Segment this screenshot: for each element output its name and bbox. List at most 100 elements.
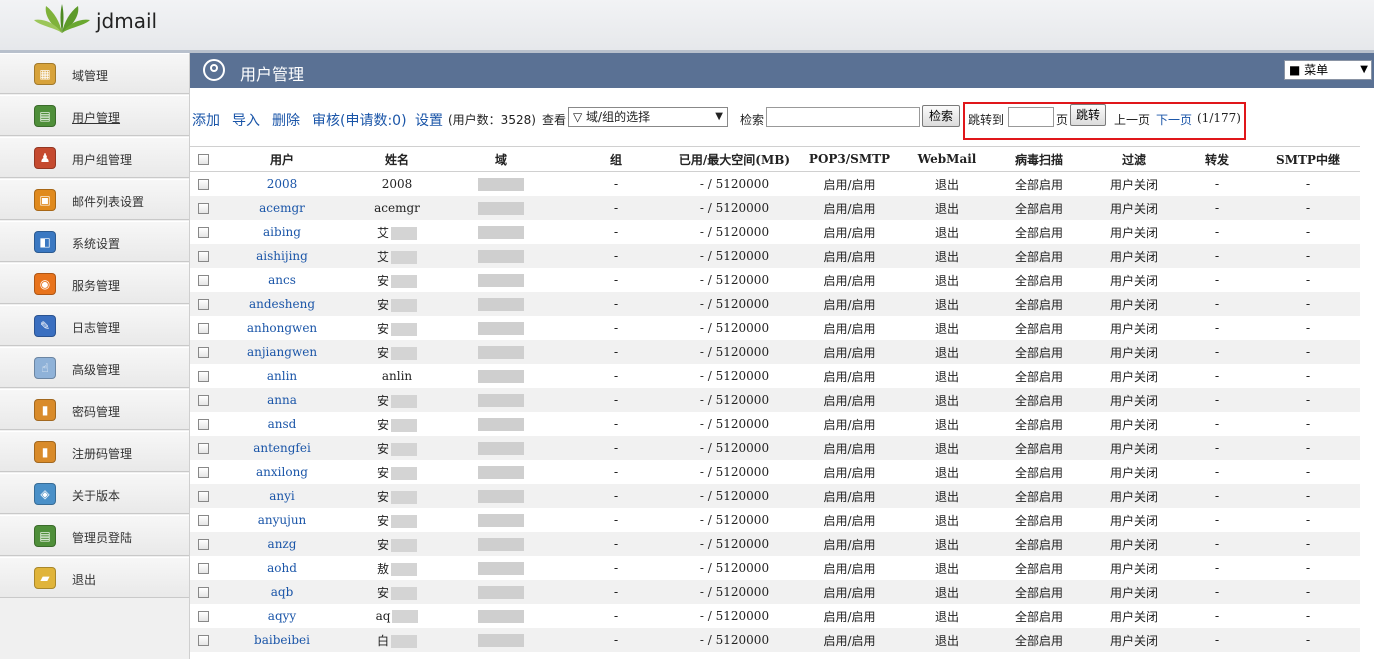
user-cell[interactable]: aohd: [216, 556, 348, 580]
sidebar-item[interactable]: ◧ 系统设置: [0, 221, 189, 262]
table-row[interactable]: anyi 安 - - / 5120000 启用/启用 退出 全部启用 用户关闭 - -: [190, 484, 1360, 508]
sidebar-item[interactable]: ◈ 关于版本: [0, 473, 189, 514]
table-row[interactable]: andesheng 安 - - / 5120000 启用/启用 退出 全部启用 用户关闭 - -: [190, 292, 1360, 316]
row-checkbox[interactable]: [197, 491, 209, 502]
row-checkbox[interactable]: [197, 275, 209, 286]
row-checkbox[interactable]: [197, 395, 209, 406]
row-checkbox[interactable]: [197, 539, 209, 550]
table-row[interactable]: ancs 安 - - / 5120000 启用/启用 退出 全部启用 用户关闭 - -: [190, 268, 1360, 292]
search-input[interactable]: [766, 107, 920, 127]
row-checkbox[interactable]: [197, 515, 209, 526]
menu-select[interactable]: ■ 菜单 ▼: [1284, 60, 1372, 80]
group-select[interactable]: ▽ 域/组的选择 ▼: [568, 107, 728, 127]
table-row[interactable]: anlin anlin - - / 5120000 启用/启用 退出 全部启用 用户关闭 - -: [190, 364, 1360, 388]
user-cell[interactable]: andesheng: [216, 292, 348, 316]
col-header-pop3[interactable]: POP3/SMTP: [793, 146, 906, 172]
row-checkbox[interactable]: [197, 299, 209, 310]
user-cell[interactable]: anyujun: [216, 508, 348, 532]
table-row[interactable]: anxilong 安 - - / 5120000 启用/启用 退出 全部启用 用户关闭 - -: [190, 460, 1360, 484]
user-text[interactable]: anlin: [267, 369, 297, 383]
user-text[interactable]: aqyy: [268, 609, 296, 623]
col-header-domain[interactable]: 域: [446, 146, 556, 172]
user-text[interactable]: ansd: [268, 417, 297, 431]
settings-link[interactable]: 设置: [415, 110, 443, 130]
user-cell[interactable]: 2008: [216, 172, 348, 197]
sidebar-item[interactable]: ▰ 退出: [0, 557, 189, 598]
user-cell[interactable]: ansd: [216, 412, 348, 436]
table-row[interactable]: anna 安 - - / 5120000 启用/启用 退出 全部启用 用户关闭 - -: [190, 388, 1360, 412]
user-text[interactable]: 2008: [267, 177, 298, 191]
add-user-link[interactable]: 添加: [192, 110, 220, 130]
row-checkbox[interactable]: [197, 419, 209, 430]
user-text[interactable]: anxilong: [256, 465, 308, 479]
col-header-group[interactable]: 组: [556, 146, 676, 172]
user-cell[interactable]: aishijing: [216, 244, 348, 268]
table-row[interactable]: ansd 安 - - / 5120000 启用/启用 退出 全部启用 用户关闭 - -: [190, 412, 1360, 436]
delete-link[interactable]: 删除: [272, 110, 300, 130]
col-header-name[interactable]: 姓名: [348, 146, 446, 172]
col-header-forward[interactable]: 转发: [1178, 146, 1256, 172]
col-header-relay[interactable]: SMTP中继: [1256, 146, 1360, 172]
user-text[interactable]: anzg: [268, 537, 297, 551]
row-checkbox[interactable]: [197, 347, 209, 358]
user-cell[interactable]: anyi: [216, 484, 348, 508]
row-checkbox[interactable]: [197, 443, 209, 454]
user-text[interactable]: acemgr: [259, 201, 305, 215]
row-checkbox[interactable]: [197, 227, 209, 238]
sidebar-item[interactable]: ▦ 域管理: [0, 53, 189, 94]
row-checkbox[interactable]: [197, 635, 209, 646]
table-row[interactable]: anhongwen 安 - - / 5120000 启用/启用 退出 全部启用 用户关闭 - -: [190, 316, 1360, 340]
user-text[interactable]: aqb: [271, 585, 294, 599]
col-header-webmail[interactable]: WebMail: [906, 146, 988, 172]
user-cell[interactable]: anlin: [216, 364, 348, 388]
sidebar-item[interactable]: ▮ 密码管理: [0, 389, 189, 430]
user-text[interactable]: anyi: [269, 489, 295, 503]
row-checkbox[interactable]: [197, 203, 209, 214]
sidebar-item[interactable]: ▤ 管理员登陆: [0, 515, 189, 556]
table-row[interactable]: anyujun 安 - - / 5120000 启用/启用 退出 全部启用 用户关闭 - -: [190, 508, 1360, 532]
table-row[interactable]: 2008 2008 - - / 5120000 启用/启用 退出 全部启用 用户关闭 - -: [190, 172, 1360, 197]
row-checkbox[interactable]: [197, 467, 209, 478]
table-row[interactable]: antengfei 安 - - / 5120000 启用/启用 退出 全部启用 用户关闭 - -: [190, 436, 1360, 460]
table-row[interactable]: baibeibei 白 - - / 5120000 启用/启用 退出 全部启用 用户关闭 - -: [190, 628, 1360, 652]
user-cell[interactable]: anzg: [216, 532, 348, 556]
user-cell[interactable]: anna: [216, 388, 348, 412]
table-row[interactable]: aqyy aq - - / 5120000 启用/启用 退出 全部启用 用户关闭 - -: [190, 604, 1360, 628]
jump-button[interactable]: 跳转: [1070, 104, 1106, 126]
user-cell[interactable]: anxilong: [216, 460, 348, 484]
table-row[interactable]: aishijing 艾 - - / 5120000 启用/启用 退出 全部启用 用户关闭 - -: [190, 244, 1360, 268]
table-row[interactable]: aqb 安 - - / 5120000 启用/启用 退出 全部启用 用户关闭 - -: [190, 580, 1360, 604]
user-cell[interactable]: antengfei: [216, 436, 348, 460]
table-row[interactable]: anjiangwen 安 - - / 5120000 启用/启用 退出 全部启用 用户关闭 - -: [190, 340, 1360, 364]
sidebar-item[interactable]: ▤ 用户管理: [0, 95, 189, 136]
sidebar-item[interactable]: ♟ 用户组管理: [0, 137, 189, 178]
page-jump-input[interactable]: [1008, 107, 1054, 127]
table-row[interactable]: acemgr acemgr - - / 5120000 启用/启用 退出 全部启用 用户关闭 -…: [190, 196, 1360, 220]
user-text[interactable]: anjiangwen: [247, 345, 317, 359]
user-text[interactable]: andesheng: [249, 297, 315, 311]
user-cell[interactable]: ancs: [216, 268, 348, 292]
sidebar-item[interactable]: ▮ 注册码管理: [0, 431, 189, 472]
row-checkbox[interactable]: [197, 371, 209, 382]
user-text[interactable]: ancs: [268, 273, 296, 287]
user-text[interactable]: aishijing: [256, 249, 308, 263]
row-checkbox[interactable]: [197, 611, 209, 622]
user-text[interactable]: baibeibei: [254, 633, 310, 647]
sidebar-item[interactable]: ▣ 邮件列表设置: [0, 179, 189, 220]
row-checkbox[interactable]: [197, 587, 209, 598]
sidebar-item[interactable]: ☝ 高级管理: [0, 347, 189, 388]
user-text[interactable]: aohd: [267, 561, 297, 575]
user-cell[interactable]: anjiangwen: [216, 340, 348, 364]
table-row[interactable]: aibing 艾 - - / 5120000 启用/启用 退出 全部启用 用户关闭 - -: [190, 220, 1360, 244]
user-text[interactable]: anhongwen: [247, 321, 317, 335]
row-checkbox[interactable]: [197, 323, 209, 334]
user-cell[interactable]: anhongwen: [216, 316, 348, 340]
user-cell[interactable]: aqb: [216, 580, 348, 604]
user-text[interactable]: anyujun: [258, 513, 307, 527]
review-link[interactable]: 审核(申请数:0): [312, 110, 407, 130]
sidebar-item[interactable]: ◉ 服务管理: [0, 263, 189, 304]
user-text[interactable]: aibing: [263, 225, 301, 239]
user-text[interactable]: anna: [267, 393, 297, 407]
row-checkbox[interactable]: [197, 251, 209, 262]
import-link[interactable]: 导入: [232, 110, 260, 130]
